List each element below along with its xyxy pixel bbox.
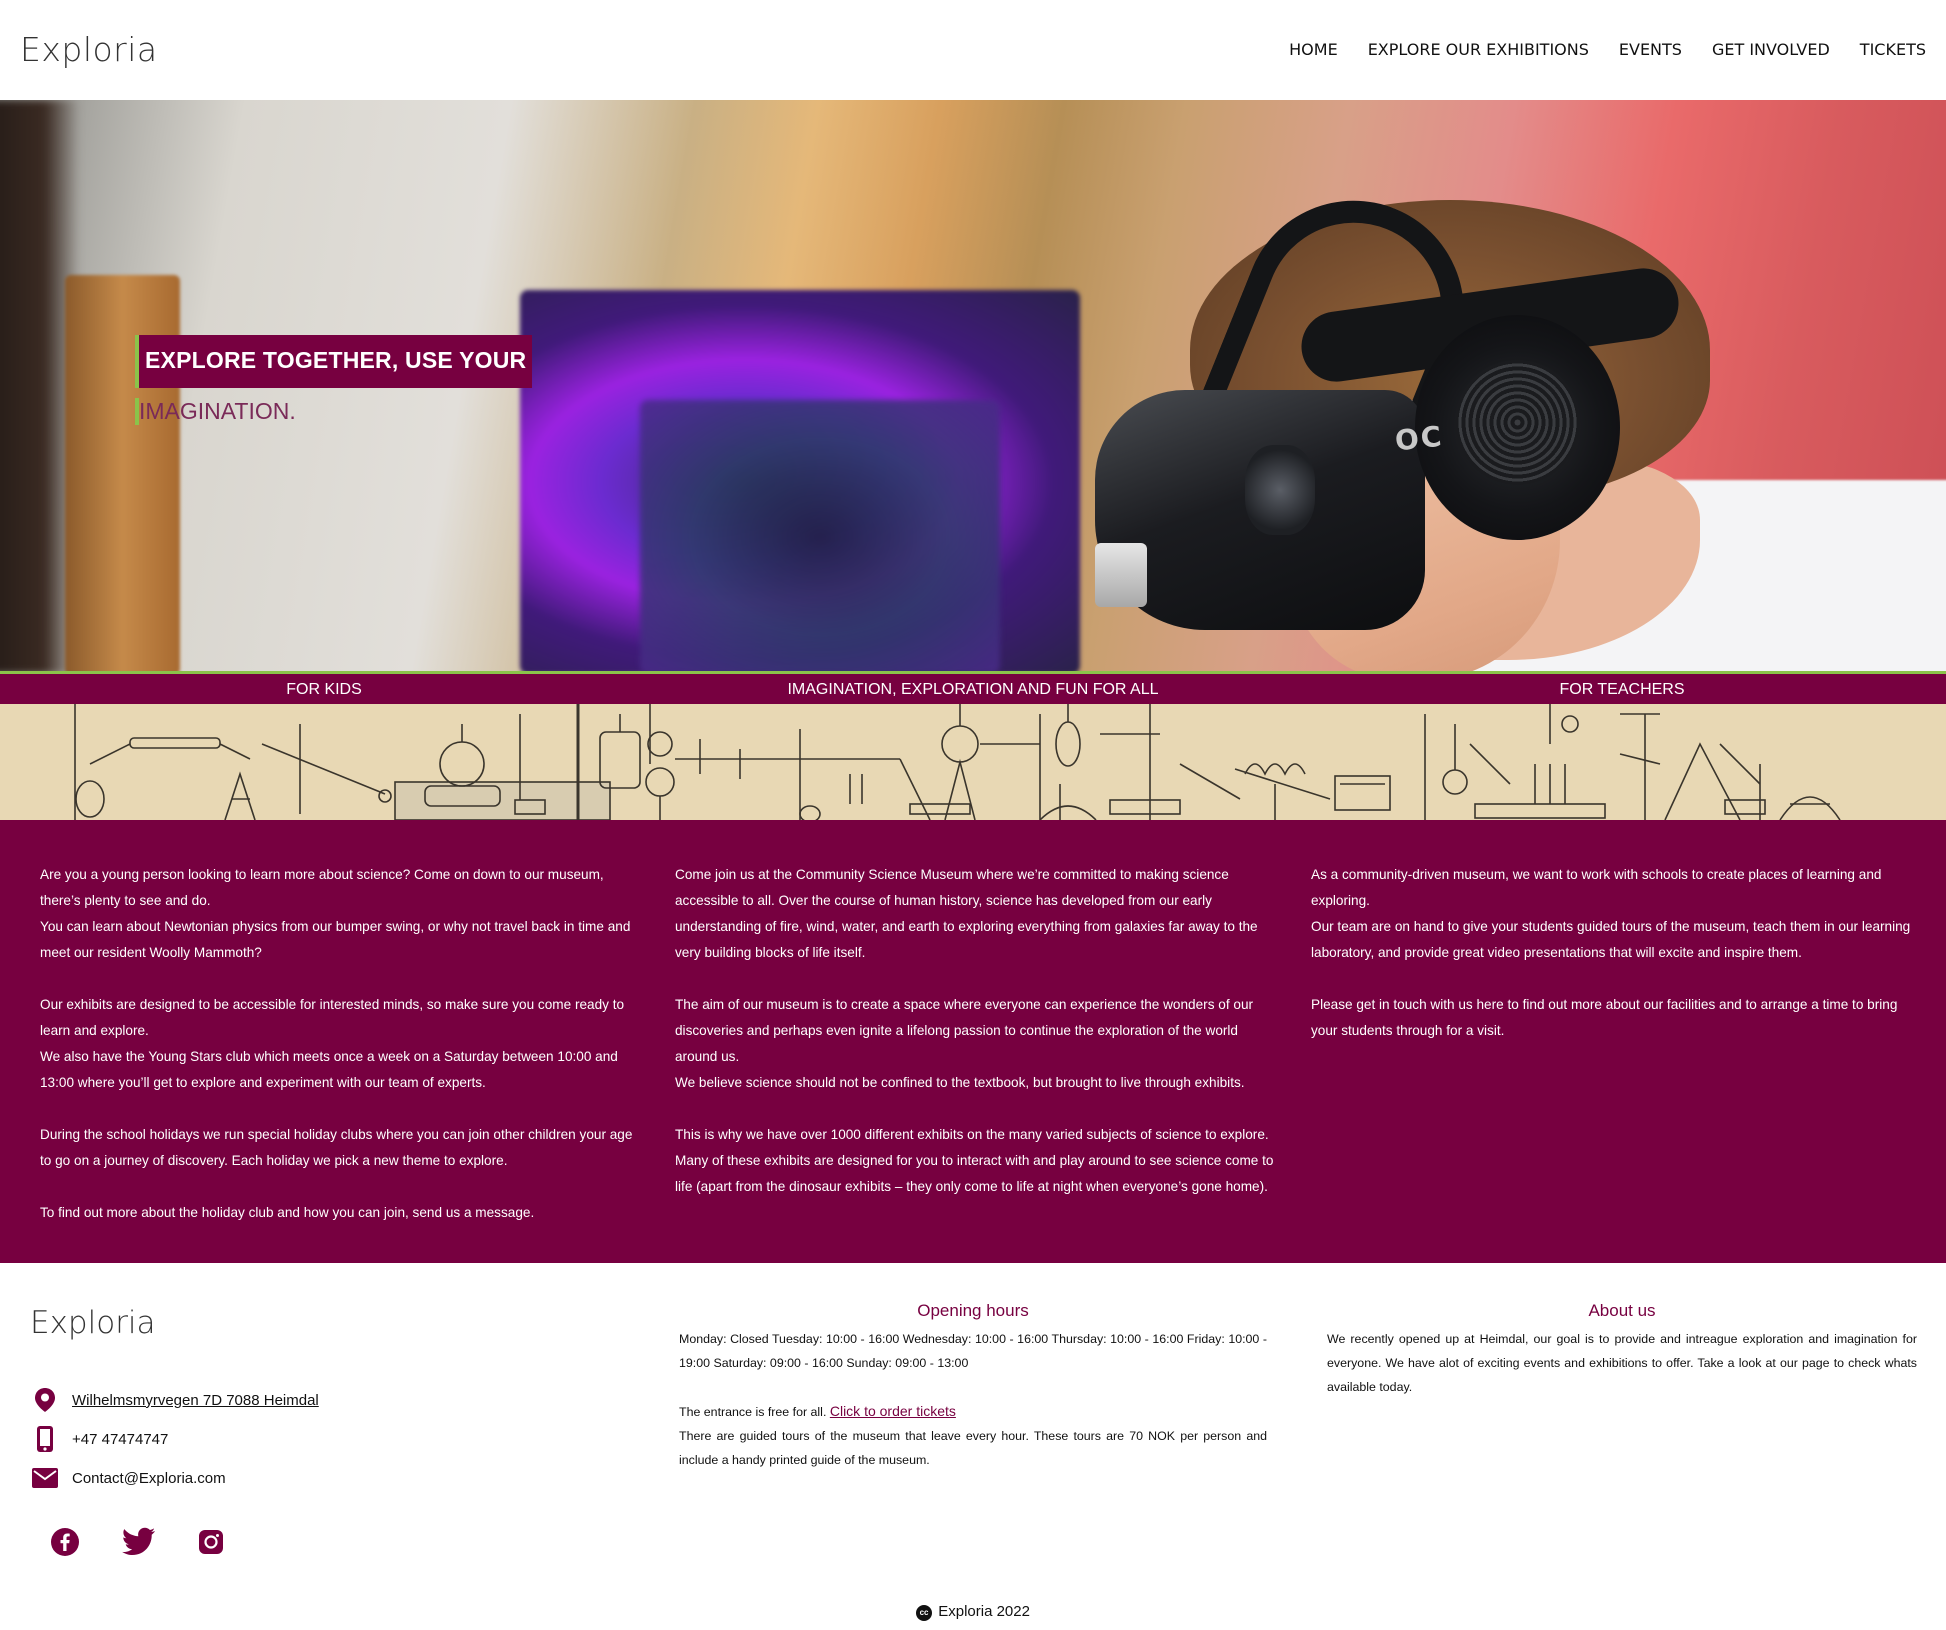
hero-title: EXPLORE TOGETHER, USE YOUR <box>145 347 527 373</box>
lab-equipment-illustration <box>0 704 1946 820</box>
teachers-paragraph: As a community-driven museum, we want to… <box>1311 867 1882 908</box>
nav-tickets[interactable]: TICKETS <box>1860 40 1926 59</box>
facebook-icon[interactable] <box>50 1527 80 1557</box>
contact-address: Wilhelmsmyrvegen 7D 7088 Heimdal <box>30 1385 319 1415</box>
tours-text: There are guided tours of the museum tha… <box>679 1429 1267 1467</box>
copyright-text: Exploria 2022 <box>938 1603 1030 1620</box>
all-paragraph: This is why we have over 1000 different … <box>675 1127 1274 1194</box>
twitter-icon[interactable] <box>122 1527 156 1557</box>
section-label-teachers: FOR TEACHERS <box>1559 681 1685 698</box>
address-link[interactable]: Wilhelmsmyrvegen 7D 7088 Heimdal <box>72 1392 319 1409</box>
teachers-paragraph: Our team are on hand to give your studen… <box>1311 919 1911 960</box>
location-pin-icon <box>30 1385 60 1415</box>
column-kids: Are you a young person looking to learn … <box>40 862 640 1226</box>
hero-headphone-grille <box>1455 360 1580 485</box>
column-teachers: As a community-driven museum, we want to… <box>1311 862 1911 1044</box>
phone-number: +47 47474747 <box>72 1430 169 1448</box>
entrance-line: The entrance is free for all. Click to o… <box>679 1399 1267 1424</box>
hero-bg-screen-inner <box>640 400 1000 674</box>
column-all: Come join us at the Community Science Mu… <box>675 862 1275 1200</box>
hero-banner: OC EXPLORE TOGETHER, USE YOUR IMAGINATIO… <box>0 100 1946 674</box>
kids-paragraph: Are you a young person looking to learn … <box>40 867 604 908</box>
kids-paragraph: Our exhibits are designed to be accessib… <box>40 997 625 1038</box>
nav-exhibitions[interactable]: EXPLORE OUR EXHIBITIONS <box>1368 40 1589 59</box>
instagram-icon[interactable] <box>198 1527 228 1557</box>
smartphone-icon <box>30 1424 60 1454</box>
lab-illustration-svg <box>74 704 1841 820</box>
hero-subtitle: IMAGINATION. <box>135 398 296 425</box>
copyright-notice: cc Exploria 2022 <box>0 1603 1946 1621</box>
opening-hours-list: Monday: Closed Tuesday: 10:00 - 16:00 We… <box>679 1332 1267 1370</box>
hero-title-box: EXPLORE TOGETHER, USE YOUR <box>135 335 533 388</box>
entrance-text: The entrance is free for all. <box>679 1405 827 1419</box>
opening-hours-text: Monday: Closed Tuesday: 10:00 - 16:00 We… <box>679 1327 1267 1472</box>
kids-paragraph: You can learn about Newtonian physics fr… <box>40 919 631 960</box>
order-tickets-link[interactable]: Click to order tickets <box>830 1403 956 1419</box>
email-address: Contact@Exploria.com <box>72 1469 226 1487</box>
section-tabs: FOR KIDS IMAGINATION, EXPLORATION AND FU… <box>0 674 1946 704</box>
creative-commons-icon: cc <box>916 1605 933 1621</box>
contact-phone: +47 47474747 <box>30 1424 168 1454</box>
all-paragraph: Come join us at the Community Science Mu… <box>675 867 1258 960</box>
site-header: Exploria HOME EXPLORE OUR EXHIBITIONS EV… <box>0 0 1946 100</box>
hero-headset-brand: OC <box>1393 419 1445 458</box>
hero-headset-clip <box>1095 543 1147 607</box>
teachers-paragraph: Please get in touch with us here to find… <box>1311 997 1898 1038</box>
info-columns: Are you a young person looking to learn … <box>0 820 1946 1263</box>
kids-paragraph: To find out more about the holiday club … <box>40 1205 535 1220</box>
hero-headset-lens <box>1245 445 1315 535</box>
nav-events[interactable]: EVENTS <box>1619 40 1682 59</box>
nav-get-involved[interactable]: GET INVOLVED <box>1712 40 1830 59</box>
brand-logo[interactable]: Exploria <box>20 30 158 69</box>
section-label-kids: FOR KIDS <box>286 681 362 698</box>
kids-paragraph: We also have the Young Stars club which … <box>40 1049 618 1090</box>
envelope-icon <box>30 1463 60 1493</box>
nav-home[interactable]: HOME <box>1289 40 1338 59</box>
about-us-heading: About us <box>1588 1301 1656 1320</box>
contact-email: Contact@Exploria.com <box>30 1463 226 1493</box>
about-us-text: We recently opened up at Heimdal, our go… <box>1327 1332 1917 1394</box>
all-paragraph: We believe science should not be confine… <box>675 1075 1245 1090</box>
main-nav: HOME EXPLORE OUR EXHIBITIONS EVENTS GET … <box>1289 40 1926 59</box>
site-footer: Exploria Wilhelmsmyrvegen 7D 7088 Heimda… <box>0 1263 1946 1630</box>
kids-paragraph: During the school holidays we run specia… <box>40 1127 633 1168</box>
opening-hours-heading: Opening hours <box>917 1301 1029 1320</box>
all-paragraph: The aim of our museum is to create a spa… <box>675 997 1254 1064</box>
section-label-all: IMAGINATION, EXPLORATION AND FUN FOR ALL <box>787 681 1159 698</box>
footer-brand: Exploria <box>30 1305 156 1341</box>
